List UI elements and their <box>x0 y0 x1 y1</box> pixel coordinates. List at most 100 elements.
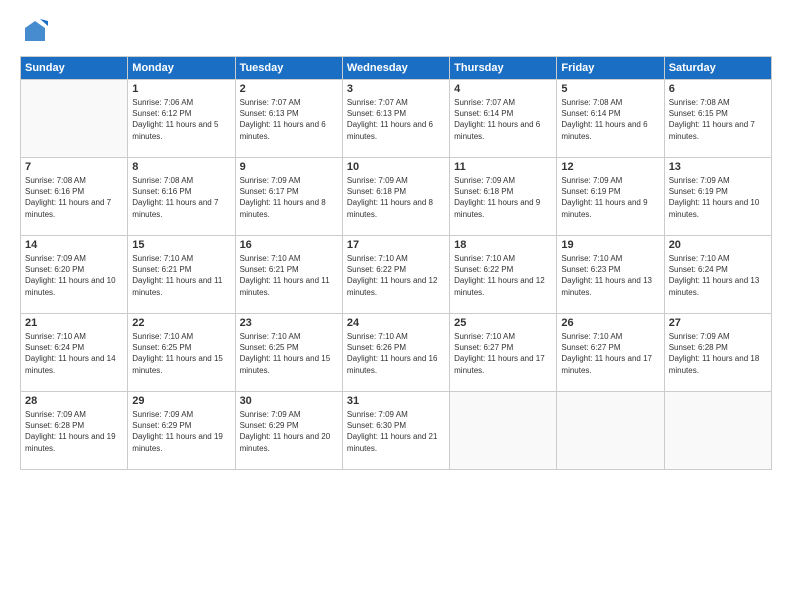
calendar-cell: 5Sunrise: 7:08 AMSunset: 6:14 PMDaylight… <box>557 80 664 158</box>
day-number: 27 <box>669 317 767 329</box>
calendar-cell: 27 Sunrise: 7:09 AMSunset: 6:28 PMDayligh… <box>664 314 771 392</box>
day-number: 24 <box>347 317 445 329</box>
day-number: 23 <box>240 317 338 329</box>
day-info: Sunrise: 7:10 AMSunset: 6:27 PMDaylight:… <box>454 331 552 376</box>
calendar-cell: 28Sunrise: 7:09 AMSunset: 6:28 PMDayligh… <box>21 392 128 470</box>
day-info: Sunrise: 7:09 AMSunset: 6:30 PMDaylight:… <box>347 409 445 454</box>
weekday-header-monday: Monday <box>128 57 235 80</box>
week-row-3: 14Sunrise: 7:09 AMSunset: 6:20 PMDayligh… <box>21 236 772 314</box>
calendar-cell: 26 Sunrise: 7:10 AMSunset: 6:27 PMDayligh… <box>557 314 664 392</box>
day-number: 13 <box>669 161 767 173</box>
day-number: 8 <box>132 161 230 173</box>
calendar-cell: 29 Sunrise: 7:09 AMSunset: 6:29 PMDayligh… <box>128 392 235 470</box>
day-number: 31 <box>347 395 445 407</box>
day-number: 30 <box>240 395 338 407</box>
day-number: 1 <box>132 83 230 95</box>
day-info: Sunrise: 7:08 AMSunset: 6:16 PMDaylight:… <box>132 175 230 220</box>
day-number: 21 <box>25 317 123 329</box>
day-info: Sunrise: 7:09 AMSunset: 6:29 PMDaylight:… <box>132 409 230 454</box>
calendar-cell: 25 Sunrise: 7:10 AMSunset: 6:27 PMDayligh… <box>450 314 557 392</box>
weekday-header-sunday: Sunday <box>21 57 128 80</box>
day-number: 17 <box>347 239 445 251</box>
day-info: Sunrise: 7:10 AMSunset: 6:21 PMDaylight:… <box>240 253 338 298</box>
day-info: Sunrise: 7:08 AMSunset: 6:16 PMDaylight:… <box>25 175 123 220</box>
day-info: Sunrise: 7:10 AMSunset: 6:21 PMDaylight:… <box>132 253 230 298</box>
calendar-cell: 14Sunrise: 7:09 AMSunset: 6:20 PMDayligh… <box>21 236 128 314</box>
calendar-cell: 7 Sunrise: 7:08 AMSunset: 6:16 PMDaylight… <box>21 158 128 236</box>
day-info: Sunrise: 7:07 AMSunset: 6:14 PMDaylight:… <box>454 97 552 142</box>
logo <box>20 16 54 46</box>
day-info: Sunrise: 7:09 AMSunset: 6:29 PMDaylight:… <box>240 409 338 454</box>
day-info: Sunrise: 7:09 AMSunset: 6:28 PMDaylight:… <box>25 409 123 454</box>
calendar-cell <box>21 80 128 158</box>
day-info: Sunrise: 7:10 AMSunset: 6:23 PMDaylight:… <box>561 253 659 298</box>
day-info: Sunrise: 7:09 AMSunset: 6:18 PMDaylight:… <box>347 175 445 220</box>
day-number: 25 <box>454 317 552 329</box>
calendar-cell: 22 Sunrise: 7:10 AMSunset: 6:25 PMDayligh… <box>128 314 235 392</box>
day-info: Sunrise: 7:10 AMSunset: 6:27 PMDaylight:… <box>561 331 659 376</box>
calendar-cell: 9Sunrise: 7:09 AMSunset: 6:17 PMDaylight… <box>235 158 342 236</box>
day-number: 3 <box>347 83 445 95</box>
weekday-header-thursday: Thursday <box>450 57 557 80</box>
day-number: 22 <box>132 317 230 329</box>
day-info: Sunrise: 7:09 AMSunset: 6:17 PMDaylight:… <box>240 175 338 220</box>
calendar-cell <box>557 392 664 470</box>
day-info: Sunrise: 7:10 AMSunset: 6:25 PMDaylight:… <box>132 331 230 376</box>
day-info: Sunrise: 7:07 AMSunset: 6:13 PMDaylight:… <box>240 97 338 142</box>
calendar-cell: 4 Sunrise: 7:07 AMSunset: 6:14 PMDaylight… <box>450 80 557 158</box>
day-number: 10 <box>347 161 445 173</box>
day-number: 4 <box>454 83 552 95</box>
day-number: 6 <box>669 83 767 95</box>
day-info: Sunrise: 7:06 AMSunset: 6:12 PMDaylight:… <box>132 97 230 142</box>
day-number: 19 <box>561 239 659 251</box>
calendar-cell: 18Sunrise: 7:10 AMSunset: 6:22 PMDayligh… <box>450 236 557 314</box>
day-info: Sunrise: 7:09 AMSunset: 6:20 PMDaylight:… <box>25 253 123 298</box>
day-number: 2 <box>240 83 338 95</box>
calendar-cell: 10 Sunrise: 7:09 AMSunset: 6:18 PMDayligh… <box>342 158 449 236</box>
calendar-cell: 17 Sunrise: 7:10 AMSunset: 6:22 PMDayligh… <box>342 236 449 314</box>
weekday-header-saturday: Saturday <box>664 57 771 80</box>
calendar-cell: 11 Sunrise: 7:09 AMSunset: 6:18 PMDayligh… <box>450 158 557 236</box>
logo-icon <box>20 16 50 46</box>
calendar-cell <box>450 392 557 470</box>
day-number: 15 <box>132 239 230 251</box>
calendar-cell: 15 Sunrise: 7:10 AMSunset: 6:21 PMDayligh… <box>128 236 235 314</box>
weekday-header-friday: Friday <box>557 57 664 80</box>
day-info: Sunrise: 7:07 AMSunset: 6:13 PMDaylight:… <box>347 97 445 142</box>
weekday-header-wednesday: Wednesday <box>342 57 449 80</box>
calendar-cell: 24 Sunrise: 7:10 AMSunset: 6:26 PMDayligh… <box>342 314 449 392</box>
calendar-cell: 1 Sunrise: 7:06 AMSunset: 6:12 PMDaylight… <box>128 80 235 158</box>
calendar-cell: 19 Sunrise: 7:10 AMSunset: 6:23 PMDayligh… <box>557 236 664 314</box>
day-info: Sunrise: 7:08 AMSunset: 6:15 PMDaylight:… <box>669 97 767 142</box>
weekday-header-row: SundayMondayTuesdayWednesdayThursdayFrid… <box>21 57 772 80</box>
day-number: 7 <box>25 161 123 173</box>
day-info: Sunrise: 7:09 AMSunset: 6:19 PMDaylight:… <box>669 175 767 220</box>
day-number: 20 <box>669 239 767 251</box>
day-info: Sunrise: 7:10 AMSunset: 6:22 PMDaylight:… <box>347 253 445 298</box>
calendar-cell: 2 Sunrise: 7:07 AMSunset: 6:13 PMDaylight… <box>235 80 342 158</box>
day-number: 26 <box>561 317 659 329</box>
day-number: 16 <box>240 239 338 251</box>
day-info: Sunrise: 7:09 AMSunset: 6:18 PMDaylight:… <box>454 175 552 220</box>
week-row-1: 1 Sunrise: 7:06 AMSunset: 6:12 PMDaylight… <box>21 80 772 158</box>
calendar-cell: 6 Sunrise: 7:08 AMSunset: 6:15 PMDaylight… <box>664 80 771 158</box>
page: SundayMondayTuesdayWednesdayThursdayFrid… <box>0 0 792 612</box>
calendar-cell: 23 Sunrise: 7:10 AMSunset: 6:25 PMDayligh… <box>235 314 342 392</box>
day-info: Sunrise: 7:10 AMSunset: 6:25 PMDaylight:… <box>240 331 338 376</box>
day-info: Sunrise: 7:10 AMSunset: 6:24 PMDaylight:… <box>669 253 767 298</box>
calendar-cell: 21Sunrise: 7:10 AMSunset: 6:24 PMDayligh… <box>21 314 128 392</box>
day-number: 5 <box>561 83 659 95</box>
calendar-cell: 30 Sunrise: 7:09 AMSunset: 6:29 PMDayligh… <box>235 392 342 470</box>
calendar-cell: 8 Sunrise: 7:08 AMSunset: 6:16 PMDaylight… <box>128 158 235 236</box>
day-number: 29 <box>132 395 230 407</box>
day-info: Sunrise: 7:10 AMSunset: 6:26 PMDaylight:… <box>347 331 445 376</box>
day-number: 12 <box>561 161 659 173</box>
week-row-2: 7 Sunrise: 7:08 AMSunset: 6:16 PMDaylight… <box>21 158 772 236</box>
day-info: Sunrise: 7:09 AMSunset: 6:28 PMDaylight:… <box>669 331 767 376</box>
header <box>20 16 772 46</box>
day-number: 11 <box>454 161 552 173</box>
calendar-cell: 3 Sunrise: 7:07 AMSunset: 6:13 PMDaylight… <box>342 80 449 158</box>
day-info: Sunrise: 7:09 AMSunset: 6:19 PMDaylight:… <box>561 175 659 220</box>
weekday-header-tuesday: Tuesday <box>235 57 342 80</box>
day-number: 18 <box>454 239 552 251</box>
